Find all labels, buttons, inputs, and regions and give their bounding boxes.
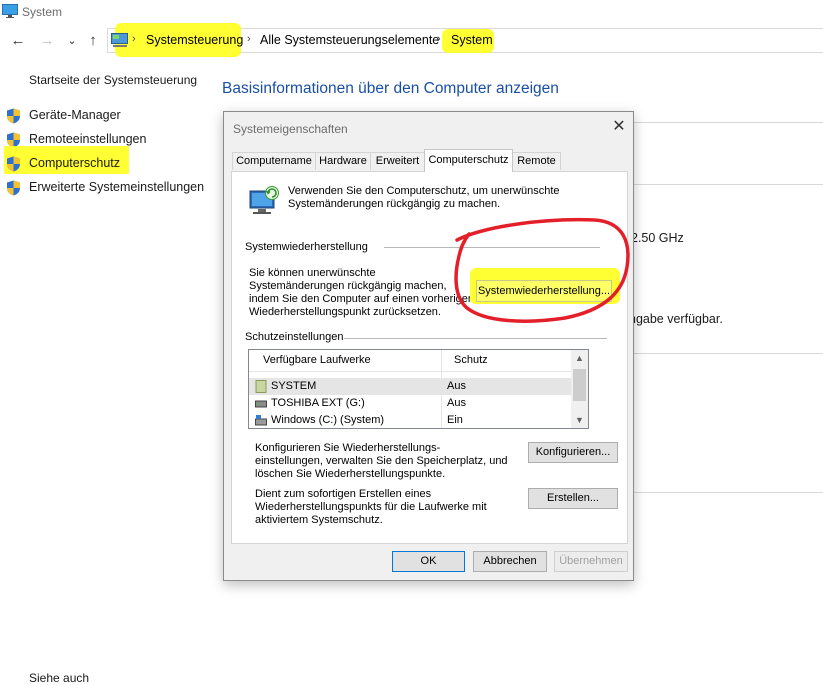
restore-description: Sie können unerwünschte [249,267,376,279]
create-description: Wiederherstellungspunkts für die Laufwer… [255,501,487,513]
uac-shield-icon [7,108,20,124]
tab-hardware[interactable]: Hardware [315,152,371,170]
configure-description: Konfigurieren Sie Wiederherstellungs- [255,442,441,454]
system-protection-icon [249,186,279,214]
drives-list[interactable]: Verfügbare Laufwerke Schutz SYSTEM Aus T… [248,349,589,429]
dialog-title: Systemeigenschaften [233,122,348,136]
restore-description: Systemänderungen rückgängig machen, [249,280,447,292]
close-icon[interactable]: ✕ [610,118,628,136]
tab-erweitert[interactable]: Erweitert [370,152,425,170]
page-title: Basisinformationen über den Computer anz… [222,80,559,97]
section-divider [634,353,823,354]
section-divider [634,122,823,123]
uac-shield-icon [7,156,20,172]
drive-icon [255,380,267,393]
system-drive-icon [255,415,267,426]
pen-input-fragment: ngabe verfügbar. [629,312,723,326]
drive-name: TOSHIBA EXT (G:) [271,397,365,409]
configure-button[interactable]: Konfigurieren... [528,442,618,463]
system-properties-dialog: Systemeigenschaften ✕ Computername Hardw… [223,111,634,581]
recent-locations-button[interactable]: ⌄ [62,31,82,51]
drive-protection-state: Aus [447,380,466,392]
uac-shield-icon [7,180,20,196]
breadcrumb-separator: › [437,33,441,45]
window-title: System [22,5,63,19]
drive-name: Windows (C:) (System) [271,414,385,426]
list-item[interactable]: TOSHIBA EXT (G:) Aus [249,395,571,412]
scroll-down-icon[interactable]: ▼ [571,412,588,428]
control-panel-home-link[interactable]: Startseite der Systemsteuerung [29,73,197,87]
restore-description: Wiederherstellungspunkt zurücksetzen. [249,306,441,318]
tab-remote[interactable]: Remote [512,152,561,170]
breadcrumb-all-items[interactable]: Alle Systemsteuerungselemente [260,33,439,48]
monitor-icon [2,4,18,18]
list-header: Verfügbare Laufwerke Schutz [249,350,571,372]
section-divider [634,184,823,185]
create-button[interactable]: Erstellen... [528,488,618,509]
drive-protection-state: Aus [447,397,466,409]
breadcrumb-systemsteuerung[interactable]: Systemsteuerung [146,33,243,48]
address-bar[interactable]: › Systemsteuerung › Alle Systemsteuerung… [107,23,823,57]
configure-description: löschen Sie Wiederherstellungspunkte. [255,468,446,480]
breadcrumb-separator: › [132,33,136,45]
sidebar-item-computer-protection[interactable]: Computerschutz [6,155,156,173]
configure-description: einstellungen, verwalten Sie den Speiche… [255,455,508,467]
list-item[interactable]: SYSTEM Aus [249,378,571,395]
red-annotation-circle [454,217,630,323]
tab-computerschutz[interactable]: Computerschutz [424,149,513,172]
group-divider [344,338,607,339]
external-drive-icon [255,400,267,408]
create-description: Dient zum sofortigen Erstellen eines [255,488,432,500]
tab-computername[interactable]: Computername [232,152,316,170]
system-restore-group-label: Systemwiederherstellung [245,241,368,253]
list-scrollbar[interactable]: ▲ ▼ [571,350,588,428]
scroll-thumb[interactable] [573,369,586,401]
breadcrumb-separator: › [247,33,251,45]
sidebar-item-label: Computerschutz [29,156,121,170]
cancel-button[interactable]: Abbrechen [473,551,547,572]
back-button[interactable]: ← [8,31,28,51]
navigation-bar: ← → ⌄ ↑ › Systemsteuerung › Alle Systems… [0,23,823,57]
sidebar-item-label: Geräte-Manager [29,108,121,122]
column-header-drives[interactable]: Verfügbare Laufwerke [263,354,371,366]
control-panel-icon [111,33,128,47]
section-divider [634,492,823,493]
intro-text: Systemänderungen rückgängig zu machen. [288,198,501,210]
scroll-up-icon[interactable]: ▲ [571,350,588,366]
drive-name: SYSTEM [271,380,317,392]
apply-button[interactable]: Übernehmen [554,551,628,572]
column-header-protection[interactable]: Schutz [454,354,488,366]
protection-settings-group-label: Schutzeinstellungen [245,331,344,343]
restore-description: indem Sie den Computer auf einen vorheri… [249,293,475,305]
see-also-heading: Siehe auch [29,671,90,685]
sidebar-item-label: Erweiterte Systemeinstellungen [29,180,205,194]
up-button[interactable]: ↑ [83,31,103,51]
breadcrumb-system[interactable]: System [451,33,493,48]
sidebar-item-device-manager[interactable]: Geräte-Manager [6,107,156,125]
intro-text: Verwenden Sie den Computerschutz, um une… [288,185,560,197]
list-item[interactable]: Windows (C:) (System) Ein [249,412,571,428]
forward-button[interactable]: → [37,31,57,51]
sidebar-item-advanced-settings[interactable]: Erweiterte Systemeinstellungen [6,179,206,197]
ok-button[interactable]: OK [392,551,465,572]
title-bar: System [0,0,823,24]
processor-speed-fragment: 2.50 GHz [631,231,684,245]
create-description: aktiviertem Systemschutz. [255,514,383,526]
drive-protection-state: Ein [447,414,463,426]
sidebar-item-label: Remoteeinstellungen [29,132,147,146]
